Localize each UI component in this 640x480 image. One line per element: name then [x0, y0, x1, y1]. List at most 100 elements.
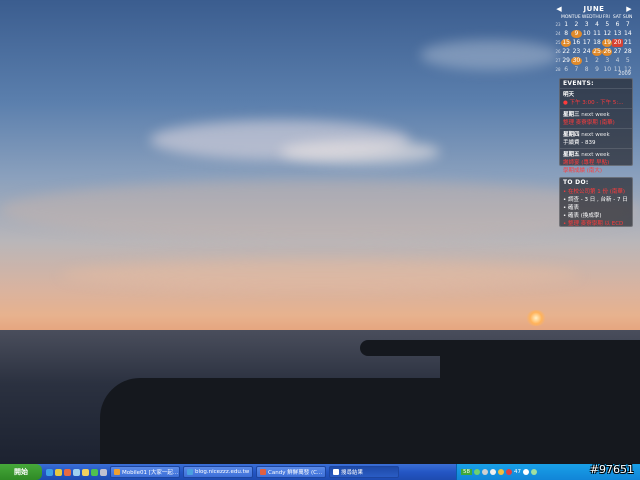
events-list: 明天 ● 下午 3:00 - 下午 5:... 星期三 next week 整理 麥寮… [560, 88, 632, 176]
folder-icon[interactable] [82, 468, 89, 476]
taskbar-button[interactable]: Mobile01 [大家一起... [110, 466, 180, 478]
calendar-day[interactable]: 12 [602, 30, 612, 38]
calendar-day[interactable]: 3 [602, 57, 612, 65]
event-item[interactable]: 明天 ● 下午 3:00 - 下午 5:... [560, 88, 632, 108]
ime-icon[interactable] [523, 469, 529, 475]
taskbar-button-label: Candy 鮮鮮萬發 (C... [268, 470, 323, 476]
shield-icon[interactable] [482, 469, 488, 475]
desktop-icon[interactable] [55, 468, 62, 476]
chat-icon[interactable] [91, 468, 98, 476]
weekday-label: THU [592, 15, 603, 20]
mail-icon[interactable] [73, 468, 80, 476]
calendar-day[interactable]: 11 [592, 30, 602, 38]
calendar-day[interactable]: 23 [571, 48, 581, 56]
calendar-day[interactable]: 5 [623, 57, 633, 65]
event-item[interactable]: 星期三 next week 整理 麥寮學期 (南華) [560, 108, 632, 128]
taskbar-button[interactable]: Candy 鮮鮮萬發 (C... [256, 466, 326, 478]
calendar-day[interactable]: 1 [561, 21, 571, 29]
cloud [420, 40, 560, 70]
antivirus-icon[interactable] [506, 469, 512, 475]
calendar-month: JUNE [583, 5, 605, 13]
calendar-day[interactable]: 21 [623, 39, 633, 47]
calendar-day[interactable]: 5 [602, 21, 612, 29]
media-icon[interactable] [64, 468, 71, 476]
calendar-day[interactable]: 2 [571, 21, 581, 29]
weekday-label: WED [581, 15, 593, 20]
calendar-day[interactable]: 19 [602, 39, 613, 47]
calendar-day[interactable]: 9 [571, 30, 582, 38]
taskbar-button[interactable]: 搜尋結果 [329, 466, 399, 478]
taskbar-button-label: Mobile01 [大家一起... [122, 470, 179, 476]
weekday-label: MON [561, 15, 572, 20]
event-text: ● 下午 3:00 - 下午 5:... [563, 100, 624, 106]
calendar-year: 2009 [618, 71, 631, 77]
calendar-day[interactable]: 25 [591, 48, 603, 56]
calendar-day[interactable]: 1 [582, 57, 592, 65]
todo-item[interactable]: • 在校公司第 1 份 (南華) [560, 187, 632, 195]
calendar-day[interactable]: 9 [592, 66, 602, 74]
ie-icon[interactable] [46, 468, 53, 476]
app-icon[interactable] [100, 468, 107, 476]
calendar-day[interactable]: 28 [623, 48, 633, 56]
calendar-day[interactable]: 26 [602, 48, 613, 56]
calendar-day[interactable]: 8 [582, 66, 592, 74]
calendar-day[interactable]: 18 [592, 39, 602, 47]
calendar-day[interactable]: 24 [582, 48, 592, 56]
network-icon[interactable] [474, 469, 480, 475]
calendar-day[interactable]: 10 [582, 30, 592, 38]
event-item[interactable]: 星期四 next week 手續費 - 839 [560, 128, 632, 148]
calendar-day[interactable]: 14 [623, 30, 633, 38]
event-item[interactable]: 星期五 next week 謝師宴 (專程 早點) 學期成績 (南大) [560, 148, 632, 176]
calendar-day[interactable]: 27 [612, 48, 622, 56]
taskbar-button-label: blog.nicezzz.edu.tw [195, 469, 250, 475]
battery-icon[interactable] [531, 469, 537, 475]
calendar-day[interactable]: 3 [582, 21, 592, 29]
taskbar-button[interactable]: blog.nicezzz.edu.tw [183, 466, 253, 478]
todo-item[interactable]: • 整理 麥寮學期 以 ECD [560, 219, 632, 227]
calendar-day[interactable]: 7 [571, 66, 581, 74]
calendar-day[interactable]: 16 [571, 39, 581, 47]
todo-title: TO DO: [563, 179, 589, 186]
update-icon[interactable] [498, 469, 504, 475]
todo-list: • 在校公司第 1 份 (南華) • 調查 - 3 日 , 台新 - 7 日 • 確… [560, 187, 632, 227]
calendar-day[interactable]: 4 [612, 57, 622, 65]
calendar-day[interactable]: 2 [592, 57, 602, 65]
volume-icon[interactable] [490, 469, 496, 475]
todo-item[interactable]: • 確表 (換成學) [560, 211, 632, 219]
calendar-day[interactable]: 4 [592, 21, 602, 29]
cloud [60, 260, 580, 290]
calendar-day[interactable]: 7 [623, 21, 633, 29]
todo-item[interactable]: • 確表 [560, 203, 632, 211]
start-button[interactable]: 開始 [0, 464, 42, 480]
quick-launch [46, 468, 107, 476]
calendar-day[interactable]: 17 [582, 39, 592, 47]
calendar-day[interactable]: 15 [561, 39, 572, 47]
calendar-day[interactable]: 8 [561, 30, 571, 38]
calendar-day[interactable]: 30 [571, 57, 582, 65]
events-title: EVENTS: [563, 80, 594, 87]
event-text: 整理 麥寮學期 (南華) [563, 120, 615, 126]
event-day: 星期三 next week [563, 110, 629, 118]
event-text: 謝師宴 (專程 早點) [563, 160, 610, 166]
window-icon [187, 469, 193, 475]
calendar-day[interactable]: 6 [561, 66, 571, 74]
calendar-day[interactable]: 6 [612, 21, 622, 29]
taskbar-button-label: 搜尋結果 [341, 470, 364, 476]
calendar-widget: ◀ JUNE ▶ MON TUE WED THU FRI SAT SUN 23 1… [555, 4, 633, 77]
calendar-day[interactable]: 29 [561, 57, 571, 65]
event-day: 星期四 next week [563, 130, 629, 138]
weekday-label: SAT [612, 15, 622, 20]
window-icon [114, 469, 120, 475]
window-icon [260, 469, 266, 475]
calendar-day[interactable]: 22 [561, 48, 571, 56]
tray-temperature: 47 [514, 469, 521, 475]
todo-item[interactable]: • 調查 - 3 日 , 台新 - 7 日 [560, 195, 632, 203]
window-icon [333, 469, 339, 475]
calendar-day[interactable]: 10 [602, 66, 612, 74]
calendar-day[interactable]: 13 [612, 30, 622, 38]
cloud [280, 140, 440, 164]
events-panel: EVENTS: 明天 ● 下午 3:00 - 下午 5:... 星期三 next w… [559, 78, 633, 174]
chevron-right-icon[interactable]: ▶ [625, 5, 633, 13]
calendar-day[interactable]: 20 [612, 39, 623, 47]
chevron-left-icon[interactable]: ◀ [555, 5, 563, 13]
